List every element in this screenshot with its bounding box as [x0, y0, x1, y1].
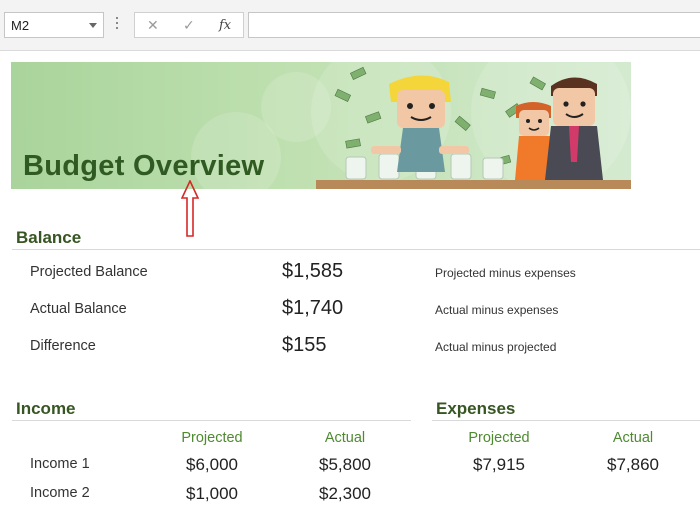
formula-buttons: ✕ ✓ fx — [134, 12, 244, 38]
up-arrow-annotation-icon — [181, 180, 199, 237]
enter-icon[interactable]: ✓ — [183, 17, 195, 34]
balance-note: Actual minus expenses — [435, 303, 559, 317]
expenses-projected-value[interactable]: $7,915 — [449, 455, 549, 475]
name-box-value: M2 — [11, 18, 30, 33]
insert-function-icon[interactable]: fx — [219, 18, 231, 33]
chevron-down-icon[interactable] — [89, 23, 97, 28]
income-projected-value: $1,000 — [186, 484, 238, 503]
expenses-actual-value[interactable]: $7,860 — [583, 455, 683, 475]
income-projected-value: $6,000 — [186, 455, 238, 474]
balance-divider — [12, 249, 700, 250]
name-box[interactable]: M2 — [4, 12, 104, 38]
income-divider — [12, 420, 411, 421]
income-actual-header: Actual — [324, 430, 366, 446]
expenses-actual-header: Actual — [612, 430, 654, 446]
expenses-projected-header: Projected — [468, 430, 530, 446]
balance-amount: $1,740 — [282, 297, 344, 319]
balance-amount: $1,585 — [282, 260, 344, 282]
income-actual-value: $2,300 — [319, 484, 371, 503]
banner-title: Budget Overview — [23, 150, 265, 182]
balance-amount: $155 — [282, 334, 327, 356]
formula-bar: M2 ✕ ✓ fx — [0, 0, 700, 51]
balance-note: Actual minus projected — [435, 340, 557, 354]
cancel-icon[interactable]: ✕ — [147, 17, 159, 34]
expenses-divider — [432, 420, 700, 421]
balance-label: Difference — [30, 338, 96, 354]
income-label: Income 2 — [30, 485, 90, 501]
balance-note: Projected minus expenses — [435, 266, 576, 280]
balance-label: Actual Balance — [30, 301, 127, 317]
income-projected-header: Projected — [181, 430, 243, 446]
balance-title: Balance — [16, 228, 82, 247]
income-label: Income 1 — [30, 456, 90, 472]
drag-handle-icon[interactable] — [116, 17, 118, 33]
formula-input[interactable] — [248, 12, 700, 38]
budget-banner[interactable]: Budget Overview — [11, 62, 631, 189]
income-title: Income — [16, 399, 76, 418]
expenses-title: Expenses — [436, 399, 516, 418]
income-actual-value: $5,800 — [319, 455, 371, 474]
balance-label: Projected Balance — [30, 264, 148, 280]
